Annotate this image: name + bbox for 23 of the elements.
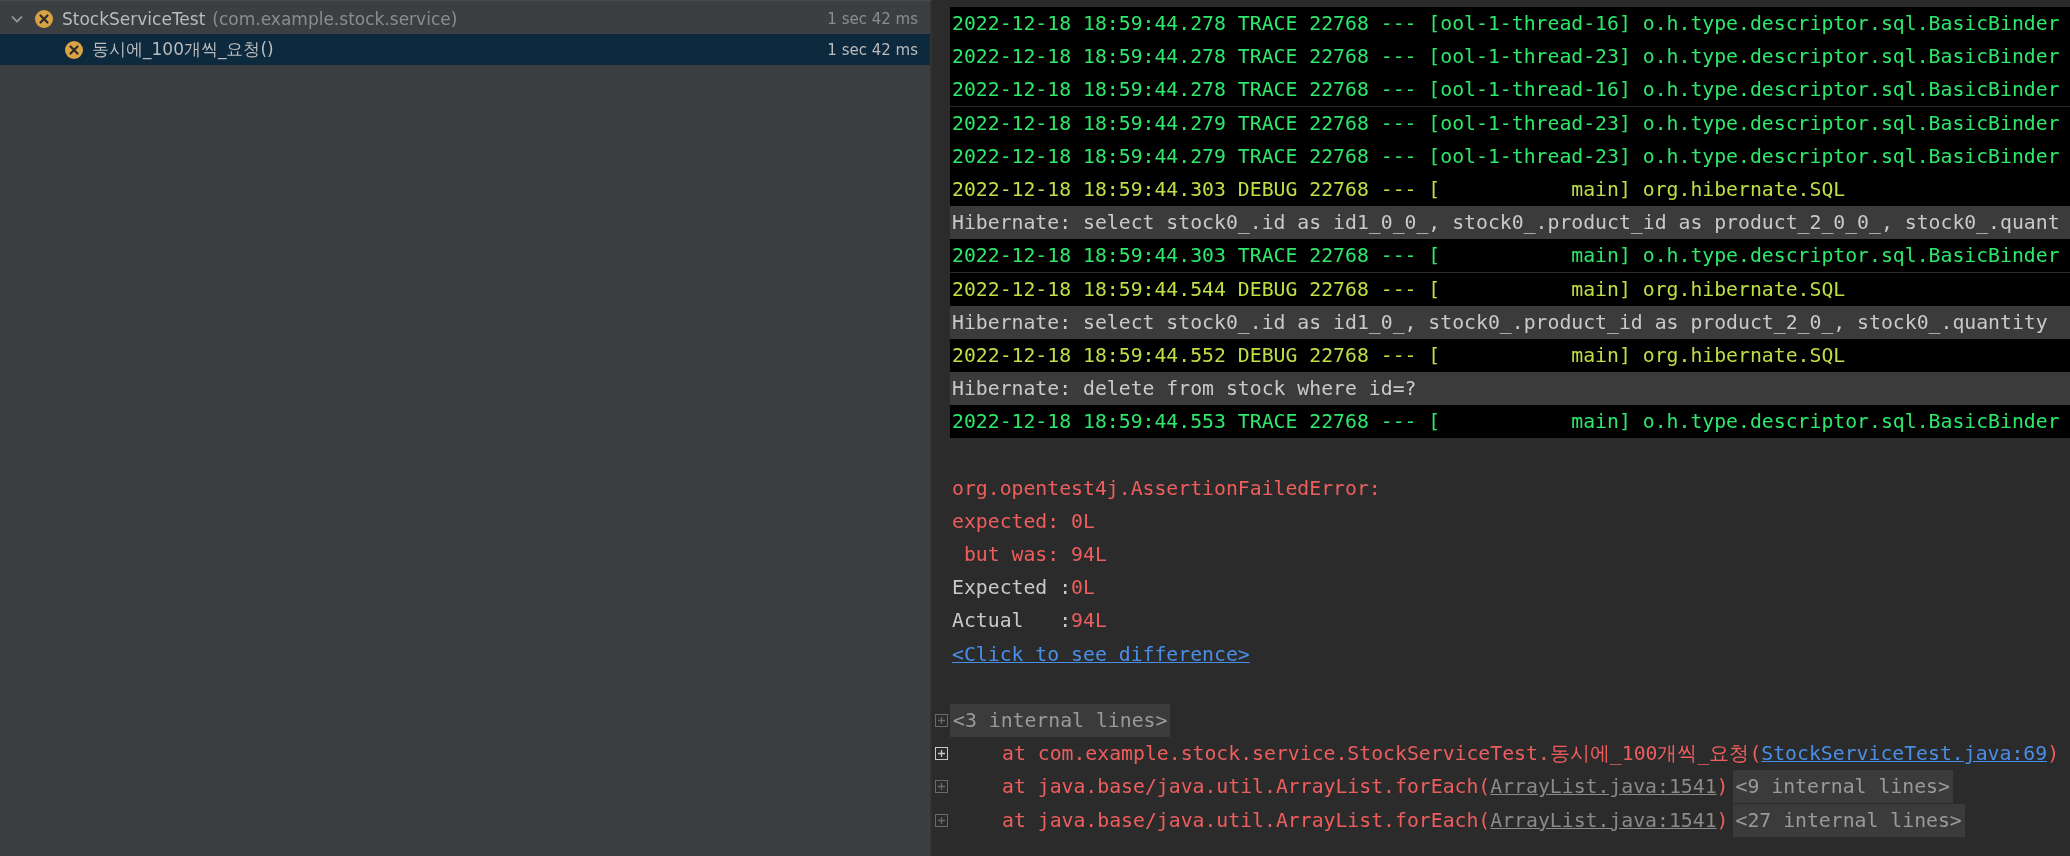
stack-frame: at java.base/java.util.ArrayList.forEach(ArrayList.java:1541) (950, 775, 1733, 799)
error-message: expected: 0L (951, 509, 1095, 533)
comparison-line: Expected :0L (951, 576, 1095, 600)
tree-row[interactable]: StockServiceTest (com.example.stock.service) 1 sec 42 ms (0, 3, 930, 34)
source-link[interactable]: ArrayList.java:1541 (1490, 775, 1717, 799)
stack-frame: at com.example.stock.service.StockServiceTest.동시에_100개씩_요청(StockServiceTest.java:69) (950, 740, 2064, 768)
difference-link[interactable]: <Click to see difference> (950, 642, 1250, 666)
test-method-name: 동시에_100개씩_요청() (92, 38, 274, 61)
duration: 1 sec 42 ms (827, 9, 918, 28)
error-message: org.opentest4j.AssertionFailedError: (951, 476, 1381, 500)
source-link[interactable]: ArrayList.java:1541 (1490, 808, 1717, 832)
folded-lines[interactable]: <27 internal lines> (1732, 803, 1965, 837)
source-link[interactable]: StockServiceTest.java:69 (1761, 742, 2048, 766)
package-name: (com.example.stock.service) (212, 8, 458, 29)
duration: 1 sec 42 ms (827, 40, 918, 59)
comparison-line: Actual :94L (951, 609, 1107, 633)
test-class-name: StockServiceTest (62, 8, 206, 29)
folded-lines[interactable]: <9 internal lines> (1732, 770, 1953, 804)
folded-lines[interactable]: <3 internal lines> (950, 704, 1171, 738)
tree-row[interactable]: 동시에_100개씩_요청() 1 sec 42 ms (0, 34, 930, 65)
error-message: but was: 94L (962, 543, 1107, 567)
expand-icon[interactable] (934, 747, 948, 761)
stack-frame: at java.base/java.util.ArrayList.forEach(ArrayList.java:1541) (950, 808, 1733, 832)
